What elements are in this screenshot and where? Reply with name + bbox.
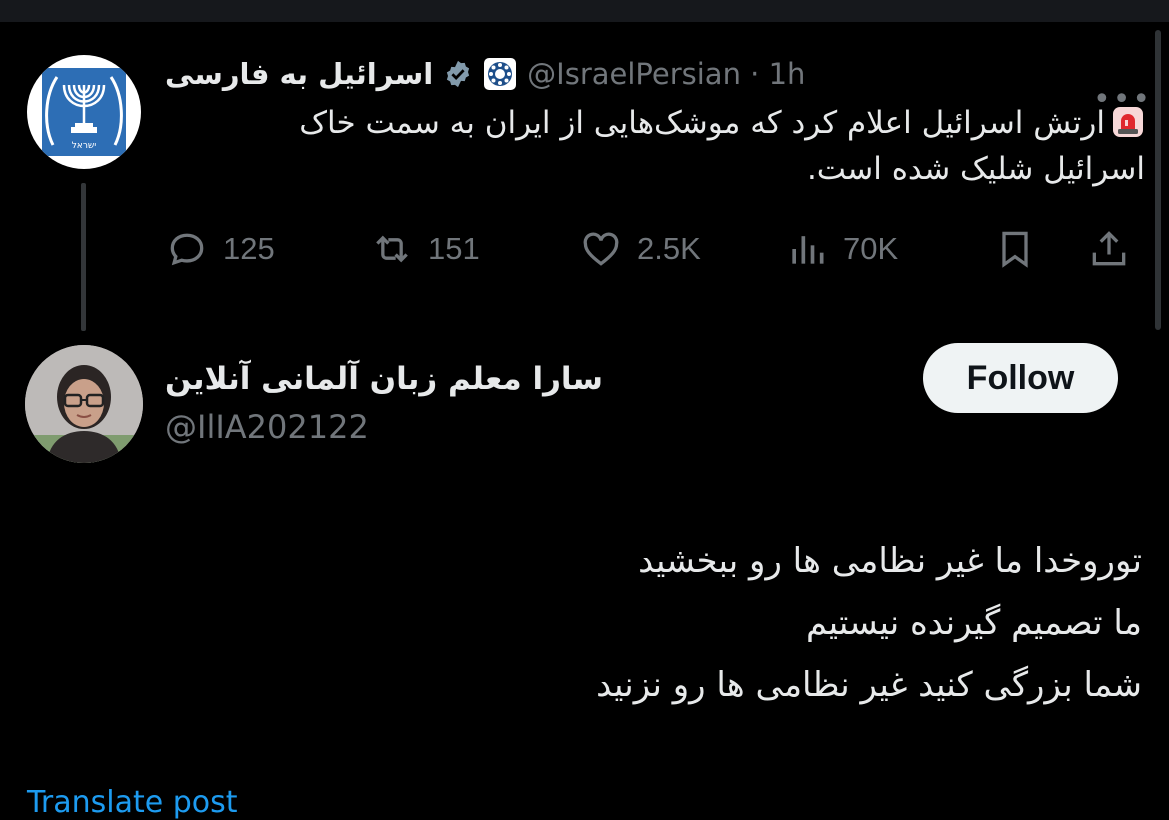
reply-line: شما بزرگی کنید غیر نظامی ها رو نزنید (596, 665, 1142, 705)
verified-badge-icon[interactable] (443, 59, 473, 89)
views-icon (792, 236, 824, 264)
reply-line: توروخدا ما غیر نظامی ها رو ببخشید (638, 541, 1142, 581)
retweet-icon (376, 235, 408, 263)
tweet-actions: 125 151 2.5K 70K (165, 222, 1140, 276)
reply-text: توروخدا ما غیر نظامی ها رو ببخشید ما تصم… (400, 530, 1142, 716)
svg-text:ישראל: ישראל (72, 141, 97, 151)
bookmark-icon (1002, 231, 1028, 268)
reply-button[interactable]: 125 (165, 222, 275, 276)
timestamp[interactable]: 1h (769, 57, 806, 91)
bookmark-button[interactable] (993, 222, 1037, 276)
views-count: 70K (843, 231, 899, 266)
reply-icon (170, 233, 204, 266)
handle[interactable]: @IlIA202122 (165, 404, 369, 450)
avatar[interactable] (25, 345, 143, 463)
affiliate-badge-icon[interactable] (483, 57, 517, 91)
reply-line: ما تصمیم گیرنده نیستیم (805, 603, 1142, 643)
translate-link[interactable]: Translate post (27, 785, 238, 820)
views-button[interactable]: 70K (785, 222, 898, 276)
author-name[interactable]: اسرائیل به فارسی (165, 57, 433, 91)
police-light-emoji (1111, 105, 1145, 139)
scrollbar[interactable] (1155, 30, 1161, 330)
handle[interactable]: @IsraelPersian (527, 57, 741, 91)
heart-icon (583, 232, 619, 266)
tweet-line: اسرائیل شلیک شده است. (806, 151, 1145, 187)
tweet-line: ارتش اسرائیل اعلام کرد که موشک‌هایی از ا… (299, 105, 1105, 141)
avatar[interactable]: ישראל (27, 55, 141, 169)
tweet-text: ارتش اسرائیل اعلام کرد که موشک‌هایی از ا… (175, 100, 1145, 192)
separator: · (750, 57, 760, 91)
share-button[interactable] (1087, 222, 1131, 276)
reply-count: 125 (223, 231, 275, 266)
tweet-meta: @IsraelPersian · 1h (527, 57, 805, 91)
retweet-count: 151 (428, 231, 480, 266)
thread-line (81, 183, 86, 331)
follow-button[interactable]: Follow (923, 343, 1118, 413)
like-button[interactable]: 2.5K (579, 222, 701, 276)
retweet-button[interactable]: 151 (370, 222, 480, 276)
share-icon (1092, 231, 1126, 266)
top-bar (0, 0, 1169, 22)
israel-emblem-logo: ישראל (42, 68, 126, 156)
profile-photo (25, 345, 143, 463)
like-count: 2.5K (637, 231, 701, 266)
tweet-header: اسرائیل به فارسی @IsraelPersian · 1h (165, 52, 1145, 96)
author-name[interactable]: سارا معلم زبان آلمانی آنلاین (165, 356, 605, 402)
